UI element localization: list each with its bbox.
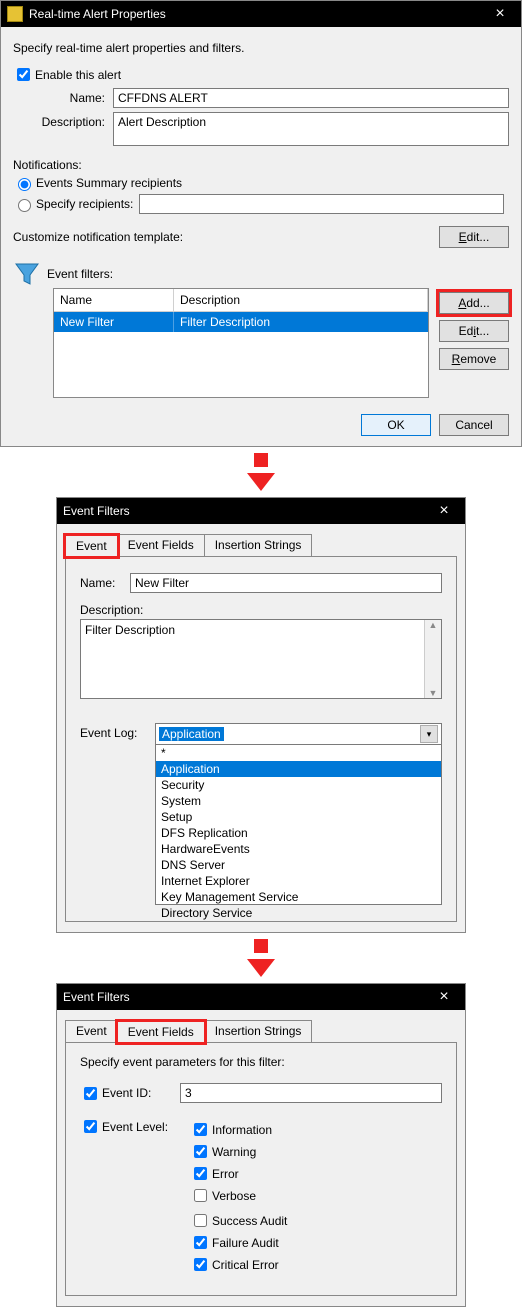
event-log-options[interactable]: *ApplicationSecuritySystemSetupDFS Repli… — [156, 744, 441, 904]
specify-recipients-input[interactable] — [139, 194, 504, 214]
name-label: Name: — [80, 573, 130, 590]
event-id-input[interactable] — [180, 1083, 442, 1103]
edit-template-button[interactable]: Edit... — [439, 226, 509, 248]
event-level-checkbox[interactable] — [84, 1120, 97, 1133]
level-success-audit-label: Success Audit — [212, 1214, 287, 1228]
level-error-label: Error — [212, 1167, 239, 1181]
tab-event-fields[interactable]: Event Fields — [117, 1021, 205, 1043]
summary-recipients-radio[interactable] — [18, 178, 31, 191]
tab-panel-event: Name: Description: Filter Description ▲▼… — [65, 557, 457, 922]
tab-event[interactable]: Event — [65, 1020, 118, 1042]
ok-button[interactable]: OK — [361, 414, 431, 436]
tab-insertion-strings[interactable]: Insertion Strings — [204, 534, 313, 556]
filter-name-input[interactable] — [130, 573, 442, 593]
edit-filter-button[interactable]: Edit... — [439, 320, 509, 342]
name-label: Name: — [33, 88, 113, 105]
enable-alert-checkbox[interactable] — [17, 68, 30, 81]
event-filters-dialog-2: Event Filters × Event Event Fields Inser… — [56, 983, 466, 1307]
cancel-button[interactable]: Cancel — [439, 414, 509, 436]
table-header: Name Description — [54, 289, 428, 312]
summary-recipients-label: Events Summary recipients — [36, 176, 182, 190]
customize-template-label: Customize notification template: — [13, 230, 183, 244]
event-log-option[interactable]: HardwareEvents — [156, 841, 441, 857]
scrollbar[interactable]: ▲▼ — [424, 620, 441, 698]
event-log-option[interactable]: System — [156, 793, 441, 809]
tab-bar: Event Event Fields Insertion Strings — [65, 1020, 457, 1043]
event-log-option[interactable]: Application — [156, 761, 441, 777]
event-id-checkbox[interactable] — [84, 1087, 97, 1100]
event-filters-dialog-1: Event Filters × Event Event Fields Inser… — [56, 497, 466, 933]
tab-panel-event-fields: Specify event parameters for this filter… — [65, 1043, 457, 1296]
event-log-option[interactable]: Internet Explorer — [156, 873, 441, 889]
event-log-option[interactable]: Setup — [156, 809, 441, 825]
table-row[interactable]: New Filter Filter Description — [54, 312, 428, 332]
tab-event[interactable]: Event — [65, 535, 118, 557]
instruction-text: Specify real-time alert properties and f… — [13, 41, 509, 55]
level-error-checkbox[interactable] — [194, 1167, 207, 1180]
filter-description-textarea[interactable]: Filter Description — [81, 620, 441, 640]
specify-recipients-label: Specify recipients: — [36, 197, 133, 211]
level-success-audit-checkbox[interactable] — [194, 1214, 207, 1227]
remove-filter-button[interactable]: Remove — [439, 348, 509, 370]
chevron-down-icon[interactable]: ▾ — [420, 725, 438, 743]
close-icon[interactable]: × — [429, 503, 459, 519]
window-title: Event Filters — [63, 990, 429, 1004]
level-warning-label: Warning — [212, 1145, 256, 1159]
titlebar: Real-time Alert Properties × — [1, 1, 521, 27]
tab-insertion-strings[interactable]: Insertion Strings — [204, 1020, 313, 1042]
window-title: Event Filters — [63, 504, 429, 518]
app-icon — [7, 6, 23, 22]
flow-arrow-icon — [0, 939, 522, 977]
col-name[interactable]: Name — [54, 289, 174, 311]
alert-properties-dialog: Real-time Alert Properties × Specify rea… — [0, 0, 522, 447]
level-critical-error-checkbox[interactable] — [194, 1258, 207, 1271]
event-log-label: Event Log: — [80, 723, 155, 740]
level-warning-checkbox[interactable] — [194, 1145, 207, 1158]
name-input[interactable] — [113, 88, 509, 108]
funnel-icon — [13, 260, 41, 288]
event-log-option[interactable]: DNS Server — [156, 857, 441, 873]
event-filters-label: Event filters: — [47, 267, 113, 281]
row-desc: Filter Description — [174, 312, 428, 332]
event-level-label: Event Level: — [102, 1120, 168, 1134]
close-icon[interactable]: × — [485, 6, 515, 22]
level-verbose-checkbox[interactable] — [194, 1189, 207, 1202]
event-log-option[interactable]: Directory Service — [156, 905, 441, 921]
col-description[interactable]: Description — [174, 289, 428, 311]
instruction-text: Specify event parameters for this filter… — [80, 1055, 442, 1069]
notifications-label: Notifications: — [13, 158, 509, 172]
level-failure-audit-checkbox[interactable] — [194, 1236, 207, 1249]
level-verbose-label: Verbose — [212, 1189, 256, 1203]
event-log-option[interactable]: * — [156, 745, 441, 761]
tab-bar: Event Event Fields Insertion Strings — [65, 534, 457, 557]
description-label: Description: — [80, 603, 442, 617]
event-log-dropdown[interactable]: Application ▾ *ApplicationSecuritySystem… — [155, 723, 442, 905]
event-log-option[interactable]: Key Management Service — [156, 889, 441, 905]
event-log-option[interactable]: Security — [156, 777, 441, 793]
row-name: New Filter — [54, 312, 174, 332]
filters-table[interactable]: Name Description New Filter Filter Descr… — [53, 288, 429, 398]
tab-event-fields[interactable]: Event Fields — [117, 534, 205, 556]
description-label: Description: — [33, 112, 113, 129]
level-failure-audit-label: Failure Audit — [212, 1236, 279, 1250]
add-filter-button[interactable]: Add... — [439, 292, 509, 314]
event-id-label: Event ID: — [102, 1086, 151, 1100]
window-title: Real-time Alert Properties — [29, 7, 485, 21]
level-information-checkbox[interactable] — [194, 1123, 207, 1136]
flow-arrow-icon — [0, 453, 522, 491]
specify-recipients-radio[interactable] — [18, 199, 31, 212]
enable-alert-label: Enable this alert — [35, 68, 121, 82]
event-log-option[interactable]: DFS Replication — [156, 825, 441, 841]
event-log-selected: Application — [159, 727, 224, 741]
titlebar: Event Filters × — [57, 984, 465, 1010]
close-icon[interactable]: × — [429, 989, 459, 1005]
level-information-label: Information — [212, 1123, 272, 1137]
description-textarea[interactable]: Alert Description — [113, 112, 509, 146]
level-critical-error-label: Critical Error — [212, 1258, 279, 1272]
titlebar: Event Filters × — [57, 498, 465, 524]
dialog-body: Specify real-time alert properties and f… — [1, 27, 521, 446]
